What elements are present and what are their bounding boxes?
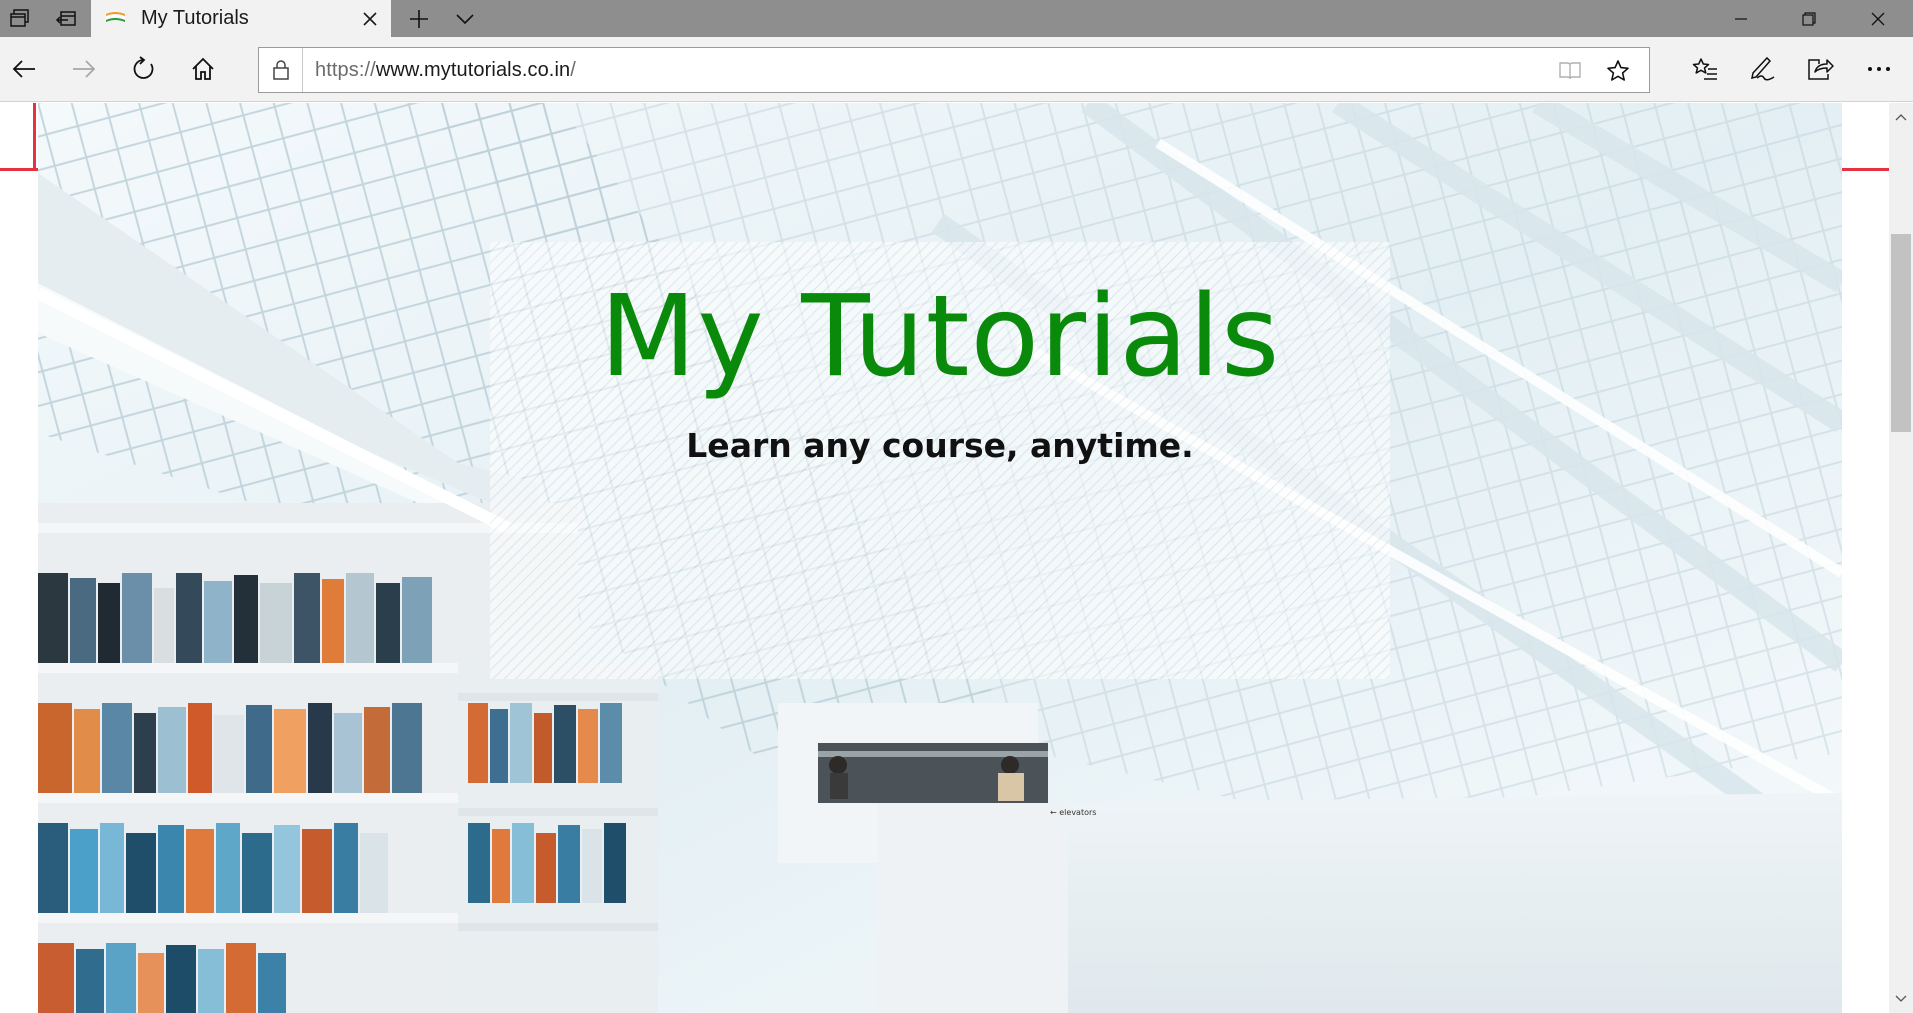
hero-title-panel: My Tutorials Learn any course, anytime.: [490, 242, 1390, 679]
hero-banner: ← elevators My Tutorials Learn any cours…: [38, 103, 1842, 1013]
tab-list-chevron-icon[interactable]: [445, 0, 485, 37]
minimize-icon[interactable]: [1706, 0, 1776, 37]
url-text[interactable]: https://www.mytutorials.co.in/: [315, 59, 576, 82]
close-window-icon[interactable]: [1843, 0, 1913, 37]
forward-icon[interactable]: [60, 45, 108, 93]
scroll-down-icon[interactable]: [1889, 987, 1913, 1011]
page-viewport: ← elevators My Tutorials Learn any cours…: [0, 103, 1889, 1013]
tab-strip: My Tutorials: [0, 0, 1913, 37]
back-icon[interactable]: [0, 45, 48, 93]
tab-favicon: [106, 12, 125, 22]
new-tab-icon[interactable]: [399, 0, 439, 37]
active-tab[interactable]: My Tutorials: [91, 0, 391, 37]
web-note-icon[interactable]: [1738, 45, 1786, 93]
vertical-scrollbar[interactable]: [1889, 103, 1913, 1013]
url-host: www.mytutorials.co.in: [375, 59, 571, 81]
refresh-icon[interactable]: [120, 45, 168, 93]
elevators-sign: ← elevators: [1050, 808, 1096, 817]
scrollbar-thumb[interactable]: [1891, 234, 1911, 432]
tab-preview-icon[interactable]: [0, 0, 40, 37]
more-icon[interactable]: [1855, 45, 1903, 93]
favorites-hub-icon[interactable]: [1681, 45, 1729, 93]
scroll-up-icon[interactable]: [1889, 105, 1913, 129]
home-icon[interactable]: [179, 45, 227, 93]
navigation-bar: https://www.mytutorials.co.in/: [0, 37, 1913, 102]
reading-view-icon[interactable]: [1553, 54, 1587, 88]
restore-icon[interactable]: [1774, 0, 1844, 37]
header-accent: [33, 103, 36, 171]
set-aside-tabs-icon[interactable]: [46, 0, 86, 37]
url-protocol: https://: [315, 59, 376, 81]
url-path: /: [570, 59, 576, 81]
address-bar[interactable]: https://www.mytutorials.co.in/: [258, 47, 1650, 93]
site-tagline: Learn any course, anytime.: [686, 426, 1194, 465]
share-icon[interactable]: [1797, 45, 1845, 93]
tab-title: My Tutorials: [141, 7, 249, 29]
site-title: My Tutorials: [599, 272, 1281, 402]
favorite-star-icon[interactable]: [1601, 54, 1635, 88]
tab-close-icon[interactable]: [355, 4, 385, 34]
lock-icon[interactable]: [259, 48, 303, 92]
